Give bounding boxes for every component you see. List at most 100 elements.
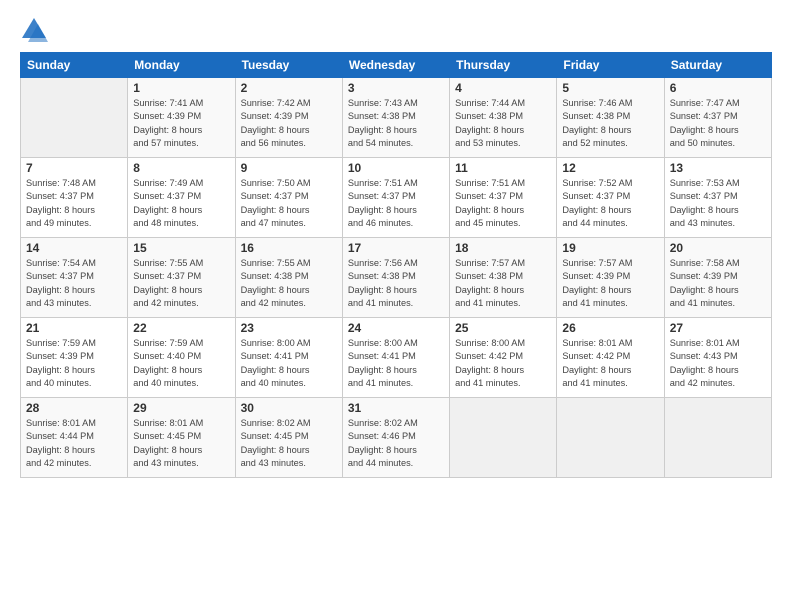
day-cell [664,398,771,478]
day-info: Sunrise: 7:50 AMSunset: 4:37 PMDaylight:… [241,177,337,230]
day-number: 10 [348,161,444,175]
day-number: 19 [562,241,658,255]
day-info: Sunrise: 7:43 AMSunset: 4:38 PMDaylight:… [348,97,444,150]
day-number: 2 [241,81,337,95]
col-header-saturday: Saturday [664,53,771,78]
calendar-page: SundayMondayTuesdayWednesdayThursdayFrid… [0,0,792,612]
day-number: 28 [26,401,122,415]
header [20,16,772,44]
day-cell: 7 Sunrise: 7:48 AMSunset: 4:37 PMDaylight… [21,158,128,238]
week-row-1: 1 Sunrise: 7:41 AMSunset: 4:39 PMDaylight… [21,78,772,158]
day-info: Sunrise: 8:01 AMSunset: 4:43 PMDaylight:… [670,337,766,390]
day-cell: 23 Sunrise: 8:00 AMSunset: 4:41 PMDayligh… [235,318,342,398]
day-cell: 31 Sunrise: 8:02 AMSunset: 4:46 PMDayligh… [342,398,449,478]
day-cell: 27Sunrise: 8:01 AMSunset: 4:43 PMDayligh… [664,318,771,398]
day-info: Sunrise: 8:01 AMSunset: 4:44 PMDaylight:… [26,417,122,470]
col-header-wednesday: Wednesday [342,53,449,78]
day-info: Sunrise: 7:47 AMSunset: 4:37 PMDaylight:… [670,97,766,150]
day-info: Sunrise: 7:54 AMSunset: 4:37 PMDaylight:… [26,257,122,310]
day-number: 6 [670,81,766,95]
day-info: Sunrise: 7:41 AMSunset: 4:39 PMDaylight:… [133,97,229,150]
day-number: 23 [241,321,337,335]
day-number: 5 [562,81,658,95]
day-cell: 11 Sunrise: 7:51 AMSunset: 4:37 PMDayligh… [450,158,557,238]
day-info: Sunrise: 7:59 AMSunset: 4:39 PMDaylight:… [26,337,122,390]
day-cell: 3 Sunrise: 7:43 AMSunset: 4:38 PMDaylight… [342,78,449,158]
day-number: 22 [133,321,229,335]
day-number: 25 [455,321,551,335]
header-row: SundayMondayTuesdayWednesdayThursdayFrid… [21,53,772,78]
col-header-friday: Friday [557,53,664,78]
week-row-2: 7 Sunrise: 7:48 AMSunset: 4:37 PMDaylight… [21,158,772,238]
day-cell: 30 Sunrise: 8:02 AMSunset: 4:45 PMDayligh… [235,398,342,478]
day-cell: 17Sunrise: 7:56 AMSunset: 4:38 PMDayligh… [342,238,449,318]
day-number: 17 [348,241,444,255]
week-row-4: 21 Sunrise: 7:59 AMSunset: 4:39 PMDayligh… [21,318,772,398]
day-info: Sunrise: 8:01 AMSunset: 4:42 PMDaylight:… [562,337,658,390]
col-header-sunday: Sunday [21,53,128,78]
day-cell: 14Sunrise: 7:54 AMSunset: 4:37 PMDayligh… [21,238,128,318]
day-info: Sunrise: 7:57 AMSunset: 4:39 PMDaylight:… [562,257,658,310]
day-info: Sunrise: 7:55 AMSunset: 4:37 PMDaylight:… [133,257,229,310]
day-number: 30 [241,401,337,415]
day-info: Sunrise: 8:02 AMSunset: 4:46 PMDaylight:… [348,417,444,470]
calendar-table: SundayMondayTuesdayWednesdayThursdayFrid… [20,52,772,478]
day-number: 13 [670,161,766,175]
col-header-monday: Monday [128,53,235,78]
day-cell: 18Sunrise: 7:57 AMSunset: 4:38 PMDayligh… [450,238,557,318]
day-info: Sunrise: 7:59 AMSunset: 4:40 PMDaylight:… [133,337,229,390]
day-number: 20 [670,241,766,255]
day-number: 15 [133,241,229,255]
day-cell: 5Sunrise: 7:46 AMSunset: 4:38 PMDaylight… [557,78,664,158]
day-info: Sunrise: 7:42 AMSunset: 4:39 PMDaylight:… [241,97,337,150]
day-info: Sunrise: 8:00 AMSunset: 4:41 PMDaylight:… [348,337,444,390]
day-cell: 26 Sunrise: 8:01 AMSunset: 4:42 PMDayligh… [557,318,664,398]
day-cell: 22 Sunrise: 7:59 AMSunset: 4:40 PMDayligh… [128,318,235,398]
day-info: Sunrise: 7:58 AMSunset: 4:39 PMDaylight:… [670,257,766,310]
logo-icon [20,16,48,44]
day-cell: 25Sunrise: 8:00 AMSunset: 4:42 PMDayligh… [450,318,557,398]
day-cell: 29 Sunrise: 8:01 AMSunset: 4:45 PMDayligh… [128,398,235,478]
day-number: 21 [26,321,122,335]
day-cell: 8 Sunrise: 7:49 AMSunset: 4:37 PMDaylight… [128,158,235,238]
day-number: 12 [562,161,658,175]
day-number: 8 [133,161,229,175]
day-number: 7 [26,161,122,175]
day-cell: 15 Sunrise: 7:55 AMSunset: 4:37 PMDayligh… [128,238,235,318]
day-number: 9 [241,161,337,175]
day-number: 16 [241,241,337,255]
day-cell: 21 Sunrise: 7:59 AMSunset: 4:39 PMDayligh… [21,318,128,398]
day-number: 4 [455,81,551,95]
day-number: 29 [133,401,229,415]
day-info: Sunrise: 7:55 AMSunset: 4:38 PMDaylight:… [241,257,337,310]
day-cell: 4 Sunrise: 7:44 AMSunset: 4:38 PMDaylight… [450,78,557,158]
day-number: 26 [562,321,658,335]
day-cell: 28 Sunrise: 8:01 AMSunset: 4:44 PMDayligh… [21,398,128,478]
day-cell: 9 Sunrise: 7:50 AMSunset: 4:37 PMDaylight… [235,158,342,238]
day-cell: 13 Sunrise: 7:53 AMSunset: 4:37 PMDayligh… [664,158,771,238]
day-info: Sunrise: 8:02 AMSunset: 4:45 PMDaylight:… [241,417,337,470]
day-number: 18 [455,241,551,255]
day-cell: 20 Sunrise: 7:58 AMSunset: 4:39 PMDayligh… [664,238,771,318]
day-cell: 1 Sunrise: 7:41 AMSunset: 4:39 PMDaylight… [128,78,235,158]
day-info: Sunrise: 7:49 AMSunset: 4:37 PMDaylight:… [133,177,229,230]
day-cell: 6 Sunrise: 7:47 AMSunset: 4:37 PMDaylight… [664,78,771,158]
day-info: Sunrise: 8:01 AMSunset: 4:45 PMDaylight:… [133,417,229,470]
day-cell [450,398,557,478]
day-info: Sunrise: 7:48 AMSunset: 4:37 PMDaylight:… [26,177,122,230]
day-number: 3 [348,81,444,95]
day-number: 11 [455,161,551,175]
day-info: Sunrise: 7:53 AMSunset: 4:37 PMDaylight:… [670,177,766,230]
day-info: Sunrise: 8:00 AMSunset: 4:41 PMDaylight:… [241,337,337,390]
day-number: 31 [348,401,444,415]
day-info: Sunrise: 7:51 AMSunset: 4:37 PMDaylight:… [455,177,551,230]
day-info: Sunrise: 7:44 AMSunset: 4:38 PMDaylight:… [455,97,551,150]
day-cell: 12Sunrise: 7:52 AMSunset: 4:37 PMDayligh… [557,158,664,238]
week-row-5: 28 Sunrise: 8:01 AMSunset: 4:44 PMDayligh… [21,398,772,478]
day-cell: 24Sunrise: 8:00 AMSunset: 4:41 PMDayligh… [342,318,449,398]
col-header-thursday: Thursday [450,53,557,78]
day-info: Sunrise: 7:51 AMSunset: 4:37 PMDaylight:… [348,177,444,230]
logo [20,16,52,44]
day-cell [557,398,664,478]
day-number: 1 [133,81,229,95]
